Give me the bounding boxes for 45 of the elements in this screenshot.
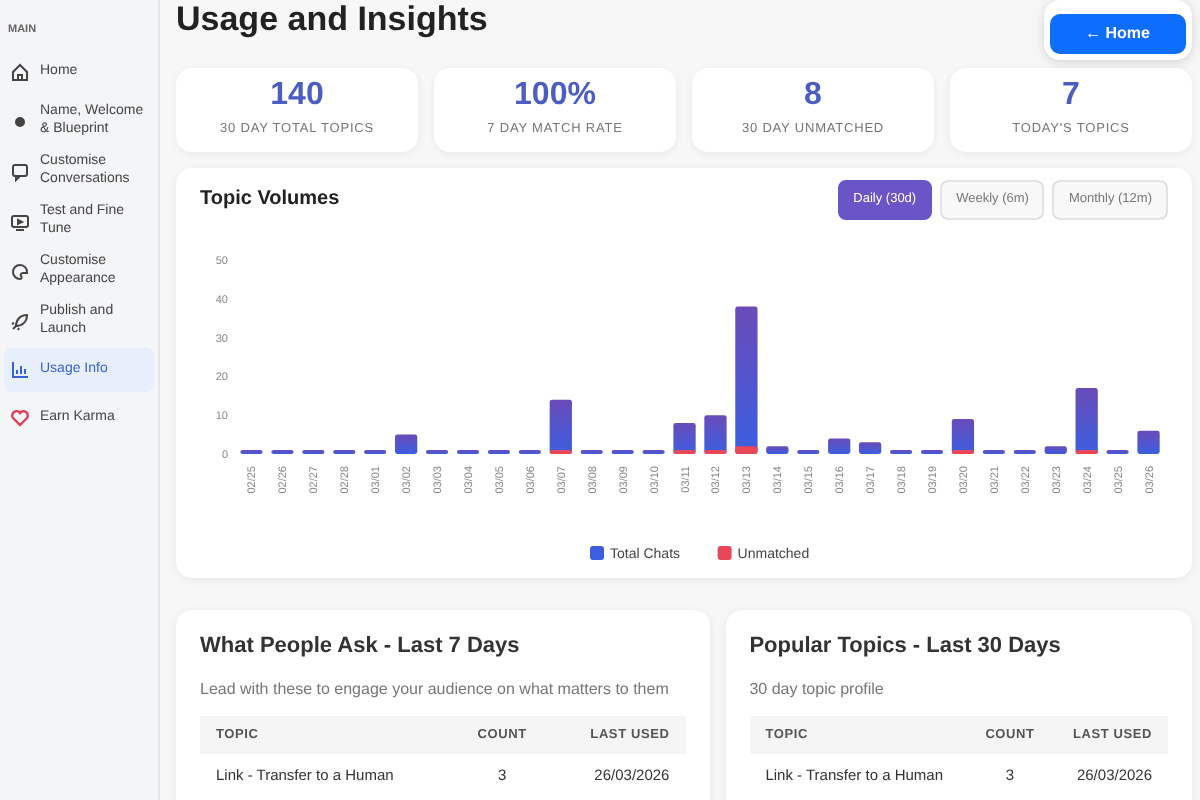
page-title: Usage and Insights xyxy=(176,0,488,40)
panel-subtitle: Lead with these to engage your audience on what matters to them xyxy=(200,679,671,699)
chart-title: Topic Volumes xyxy=(200,186,340,215)
bar xyxy=(1106,449,1129,454)
heart-icon xyxy=(10,408,30,428)
bar xyxy=(271,449,294,454)
screen-icon xyxy=(10,211,30,231)
bar xyxy=(456,449,480,454)
bar xyxy=(1013,449,1036,454)
bar xyxy=(828,438,851,454)
bar xyxy=(302,449,325,454)
stat-value: 100% xyxy=(514,78,596,114)
legend-swatch xyxy=(590,545,604,560)
dot-icon xyxy=(10,111,30,131)
bar xyxy=(611,449,634,454)
bar xyxy=(797,449,820,454)
panel-subtitle: 30 day topic profile xyxy=(749,679,886,699)
panel-title: What People Ask - Last 7 Days xyxy=(200,632,522,662)
bar xyxy=(889,449,913,454)
bar xyxy=(333,449,356,454)
bar xyxy=(364,449,387,454)
palette-icon xyxy=(10,261,30,281)
bar xyxy=(580,449,603,454)
bar-chart-icon xyxy=(10,360,30,380)
bar xyxy=(642,449,665,454)
panel-title: Popular Topics - Last 30 Days xyxy=(749,632,1063,662)
bar xyxy=(518,449,541,454)
bar xyxy=(766,445,789,454)
bar xyxy=(395,434,418,454)
bar xyxy=(1137,430,1160,454)
bar xyxy=(920,449,944,454)
bar xyxy=(425,449,449,454)
stat-value: 8 xyxy=(804,78,822,114)
stat-value: 140 xyxy=(270,78,324,114)
home-button[interactable]: ← Home xyxy=(1049,14,1186,54)
stat-value: 7 xyxy=(1062,78,1080,114)
home-icon xyxy=(10,62,30,82)
chat-icon xyxy=(10,161,30,181)
bar xyxy=(487,449,511,454)
bar xyxy=(240,449,263,454)
legend-swatch xyxy=(717,545,732,560)
bar xyxy=(859,441,882,454)
rocket-icon xyxy=(10,311,30,331)
bar xyxy=(1044,445,1067,454)
bar xyxy=(982,449,1005,454)
